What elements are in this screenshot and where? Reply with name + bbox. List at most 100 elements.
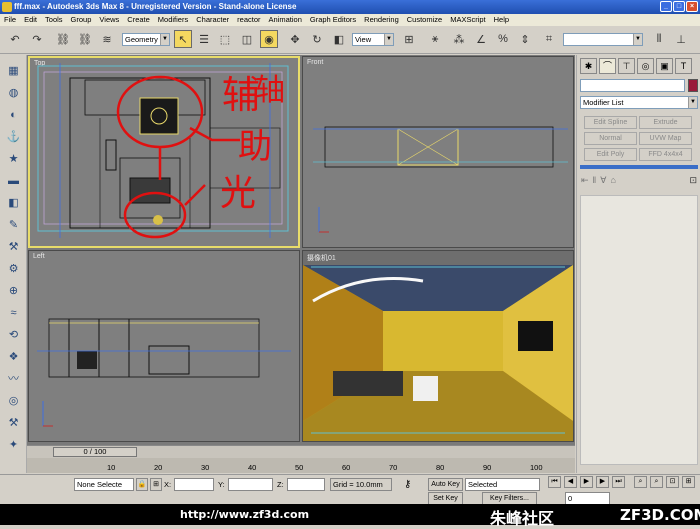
ffd-button[interactable]: FFD 4x4x4 <box>639 148 692 161</box>
lock-selection-icon[interactable]: 🔒 <box>136 478 148 491</box>
menu-help[interactable]: Help <box>494 14 509 26</box>
extrude-button[interactable]: Extrude <box>639 116 692 129</box>
menu-animation[interactable]: Animation <box>269 14 302 26</box>
selection-filter-dropdown[interactable]: Geometry ▼ <box>122 33 170 46</box>
gear-icon[interactable]: ⚙ <box>5 261 22 278</box>
y-coordinate-field[interactable] <box>228 478 273 491</box>
wrench-icon[interactable]: ✦ <box>5 437 22 454</box>
go-to-end-icon[interactable]: ⏭ <box>612 476 625 488</box>
percent-snap-icon[interactable]: % <box>494 30 512 48</box>
paint-icon[interactable]: ⚒ <box>5 239 22 256</box>
unlink-icon[interactable]: ⛓ <box>76 30 94 48</box>
track-bar[interactable]: 10 20 30 40 50 60 70 80 90 100 <box>27 458 575 473</box>
snap-toggle-icon[interactable]: ⁂ <box>450 30 468 48</box>
next-frame-icon[interactable]: ▶ <box>596 476 609 488</box>
minimize-button[interactable]: _ <box>660 1 672 12</box>
menu-group[interactable]: Group <box>71 14 92 26</box>
menu-customize[interactable]: Customize <box>407 14 442 26</box>
rectangular-selection-icon[interactable]: ⬚ <box>216 30 234 48</box>
rotate-icon[interactable]: ↻ <box>308 30 326 48</box>
zoom-extents-icon[interactable]: ⊡ <box>666 476 679 488</box>
mirror-icon[interactable]: ⫴ <box>650 30 668 48</box>
restore-button[interactable]: □ <box>673 1 685 12</box>
zoom-extents-all-icon[interactable]: ⊞ <box>682 476 695 488</box>
curve-editor-icon[interactable]: ◍ <box>5 85 22 102</box>
hierarchy-tab-icon[interactable]: ⊤ <box>618 58 635 74</box>
edit-named-selection-icon[interactable]: ⌗ <box>540 30 558 48</box>
render-setup-icon[interactable]: ★ <box>5 151 22 168</box>
configure-sets-icon[interactable]: ⊡ <box>689 175 697 190</box>
helper-icon[interactable]: ⊕ <box>5 283 22 300</box>
selection-center-icon[interactable]: ◉ <box>260 30 278 48</box>
redo-icon[interactable]: ↷ <box>28 30 46 48</box>
key-mode-dropdown[interactable]: Selected <box>465 478 540 491</box>
space-warp-icon[interactable]: ≈ <box>5 305 22 322</box>
go-to-start-icon[interactable]: ⏮ <box>548 476 561 488</box>
waves-icon[interactable]: 〰 <box>5 371 22 388</box>
display-tab-icon[interactable]: ▣ <box>656 58 673 74</box>
named-selection-sets-dropdown[interactable]: ▼ <box>563 33 643 46</box>
modify-tab-icon[interactable]: ⌒ <box>599 58 616 74</box>
previous-frame-icon[interactable]: ◀ <box>564 476 577 488</box>
time-slider[interactable]: 0 / 100 <box>53 447 137 457</box>
make-unique-icon[interactable]: ∀ <box>600 175 606 190</box>
modifier-stack[interactable] <box>580 165 698 169</box>
schematic-view-icon[interactable]: ◐ <box>5 107 22 124</box>
spinner-snap-icon[interactable]: ⇕ <box>516 30 534 48</box>
undo-icon[interactable]: ↶ <box>6 30 24 48</box>
menu-graph-editors[interactable]: Graph Editors <box>310 14 356 26</box>
material-editor-icon[interactable]: ⚓ <box>5 129 22 146</box>
align-icon[interactable]: ⊥ <box>672 30 690 48</box>
zoom-icon[interactable]: ⌕ <box>634 476 647 488</box>
menu-edit[interactable]: Edit <box>24 14 37 26</box>
cloth-icon[interactable]: ❖ <box>5 349 22 366</box>
uvw-map-button[interactable]: UVW Map <box>639 132 692 145</box>
create-tab-icon[interactable]: ✱ <box>580 58 597 74</box>
menu-create[interactable]: Create <box>127 14 150 26</box>
show-end-result-icon[interactable]: ‖ <box>593 175 597 190</box>
select-manipulate-icon[interactable]: ⚹ <box>426 30 444 48</box>
ring-icon[interactable]: ◎ <box>5 393 22 410</box>
hammer-icon[interactable]: ⚒ <box>5 415 22 432</box>
menu-modifiers[interactable]: Modifiers <box>158 14 188 26</box>
modifier-list-dropdown[interactable]: Modifier List ▼ <box>580 96 698 109</box>
utilities-tab-icon[interactable]: T <box>675 58 692 74</box>
viewport-front[interactable]: Front <box>302 56 574 248</box>
reference-coordinate-dropdown[interactable]: View ▼ <box>352 33 394 46</box>
move-icon[interactable]: ✥ <box>286 30 304 48</box>
menu-maxscript[interactable]: MAXScript <box>450 14 485 26</box>
menu-reactor[interactable]: reactor <box>237 14 260 26</box>
edit-poly-button[interactable]: Edit Poly <box>584 148 637 161</box>
quick-render-icon[interactable]: ◧ <box>5 195 22 212</box>
scale-icon[interactable]: ◧ <box>330 30 348 48</box>
z-coordinate-field[interactable] <box>287 478 325 491</box>
auto-key-button[interactable]: Auto Key <box>428 478 463 491</box>
menu-rendering[interactable]: Rendering <box>364 14 399 26</box>
select-by-name-icon[interactable]: ☰ <box>195 30 213 48</box>
close-button[interactable]: × <box>686 1 698 12</box>
select-object-icon[interactable]: ↖ <box>174 30 192 48</box>
menu-file[interactable]: File <box>4 14 16 26</box>
layer-manager-icon[interactable]: ▦ <box>5 63 22 80</box>
menu-character[interactable]: Character <box>196 14 229 26</box>
viewport-left[interactable]: Left <box>28 250 300 442</box>
viewport-camera[interactable]: 摄像机01 <box>302 250 574 442</box>
zoom-all-icon[interactable]: ⌕ <box>650 476 663 488</box>
pin-stack-icon[interactable]: ⇤ <box>581 175 589 190</box>
systems-icon[interactable]: ⟲ <box>5 327 22 344</box>
render-frame-icon[interactable]: ▬ <box>5 173 22 190</box>
angle-snap-icon[interactable]: ∠ <box>472 30 490 48</box>
remove-modifier-icon[interactable]: ⌂ <box>610 175 615 190</box>
bind-space-warp-icon[interactable]: ≋ <box>98 30 116 48</box>
absolute-mode-icon[interactable]: ⊞ <box>150 478 162 491</box>
motion-tab-icon[interactable]: ◎ <box>637 58 654 74</box>
pivot-center-icon[interactable]: ⊞ <box>400 30 418 48</box>
link-icon[interactable]: ⛓ <box>54 30 72 48</box>
menu-views[interactable]: Views <box>99 14 119 26</box>
normal-button[interactable]: Normal <box>584 132 637 145</box>
x-coordinate-field[interactable] <box>174 478 214 491</box>
viewport-top[interactable]: Top <box>28 56 300 248</box>
edit-spline-button[interactable]: Edit Spline <box>584 116 637 129</box>
object-name-field[interactable] <box>580 79 685 92</box>
object-color-swatch[interactable] <box>688 79 698 92</box>
